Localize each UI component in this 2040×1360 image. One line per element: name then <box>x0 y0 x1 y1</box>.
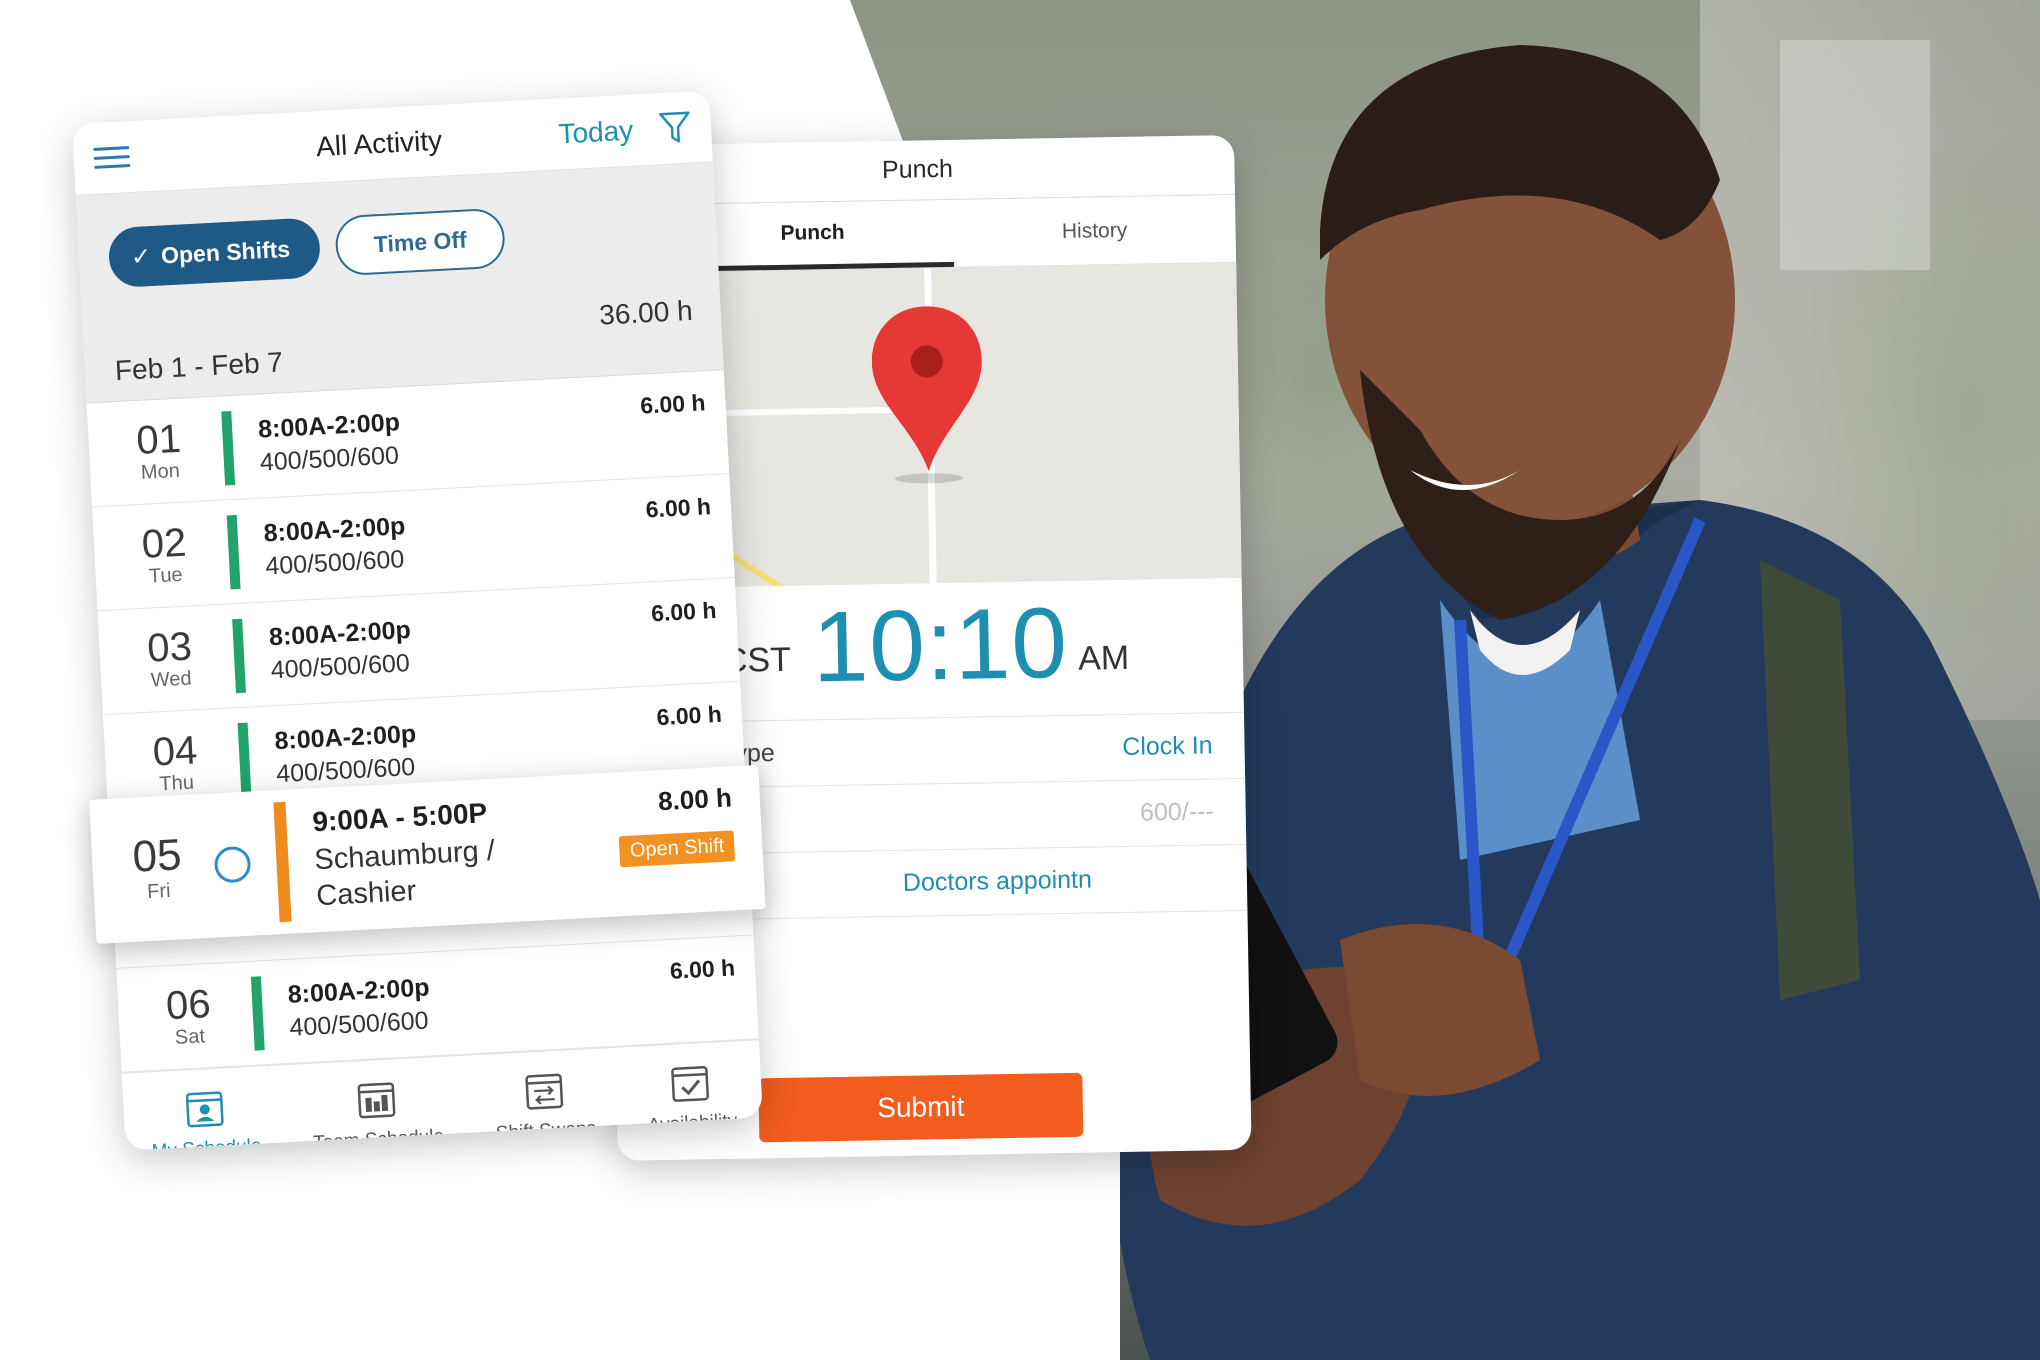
shift-hours: 8.00 h <box>657 782 733 817</box>
day-name: Mon <box>140 459 181 484</box>
tab-my-schedule[interactable]: My Schedule <box>149 1085 262 1151</box>
tab-my-schedule-label: My Schedule <box>151 1134 263 1151</box>
tab-history[interactable]: History <box>953 195 1236 267</box>
check-icon: ✓ <box>130 242 152 271</box>
day-name: Fri <box>146 879 172 903</box>
submit-button[interactable]: Submit <box>758 1072 1084 1143</box>
day-number: 06 <box>164 981 212 1029</box>
shift-hours: 6.00 h <box>645 493 712 523</box>
today-button[interactable]: Today <box>558 114 634 150</box>
punch-type-value[interactable]: Clock In <box>1122 731 1213 762</box>
schedule-title: All Activity <box>315 124 443 162</box>
filter-icon[interactable] <box>658 110 692 146</box>
shift-status-bar <box>237 722 252 797</box>
tab-team-schedule-label: Team Schedule <box>312 1125 445 1151</box>
day-name: Tue <box>148 563 184 588</box>
transfer-value: 600/--- <box>1139 797 1214 827</box>
punch-note-value[interactable]: Doctors appointn <box>903 866 1092 898</box>
shift-date: 01 Mon <box>112 417 207 487</box>
shift-hours: 6.00 h <box>650 596 717 627</box>
shift-hours: 6.00 h <box>639 389 707 419</box>
day-number: 05 <box>131 830 183 883</box>
schedule-screen: All Activity Today ✓ Open Shifts Time Of… <box>72 90 763 1151</box>
open-shifts-chip[interactable]: ✓ Open Shifts <box>107 217 322 289</box>
week-range-label: Feb 1 - Feb 7 <box>114 346 284 387</box>
time-off-chip[interactable]: Time Off <box>334 207 507 277</box>
day-number: 02 <box>140 520 188 567</box>
day-name: Sat <box>174 1025 206 1049</box>
team-schedule-icon <box>357 1081 396 1118</box>
availability-icon <box>671 1065 710 1102</box>
clock-time: 10:10 <box>811 586 1069 704</box>
tab-shift-swaps[interactable]: Shift Swaps <box>493 1068 597 1145</box>
shift-status-bar <box>221 410 236 485</box>
shift-date: 05 Fri <box>121 830 195 905</box>
shift-status-bar <box>250 975 265 1051</box>
map-pin-icon <box>871 306 982 484</box>
shift-hours: 6.00 h <box>655 700 723 731</box>
shift-date: 02 Tue <box>117 520 212 590</box>
tab-team-schedule[interactable]: Team Schedule <box>310 1075 445 1151</box>
shift-status-bar <box>226 514 241 589</box>
day-number: 03 <box>146 624 193 671</box>
shift-hours: 6.00 h <box>669 954 736 984</box>
day-number: 04 <box>151 728 199 775</box>
shift-status-bar <box>232 618 246 693</box>
shift-swaps-icon <box>524 1073 563 1110</box>
tab-shift-swaps-label: Shift Swaps <box>495 1117 597 1144</box>
my-schedule-icon <box>185 1090 224 1127</box>
day-number: 01 <box>135 416 183 464</box>
time-off-label: Time Off <box>373 226 468 257</box>
day-name: Wed <box>150 667 193 692</box>
week-total-hours: 36.00 h <box>598 294 694 331</box>
shift-date: 04 Thu <box>128 728 223 798</box>
open-shift-badge: Open Shift <box>619 830 736 868</box>
clock-ampm: AM <box>1077 638 1130 678</box>
menu-icon[interactable] <box>93 146 131 169</box>
open-shift-status-bar <box>273 801 292 923</box>
open-shifts-label: Open Shifts <box>160 235 291 268</box>
punch-title: Punch <box>881 154 954 185</box>
shift-date: 06 Sat <box>141 982 236 1052</box>
select-shift-radio[interactable] <box>213 845 252 884</box>
shift-date: 03 Wed <box>123 624 218 694</box>
